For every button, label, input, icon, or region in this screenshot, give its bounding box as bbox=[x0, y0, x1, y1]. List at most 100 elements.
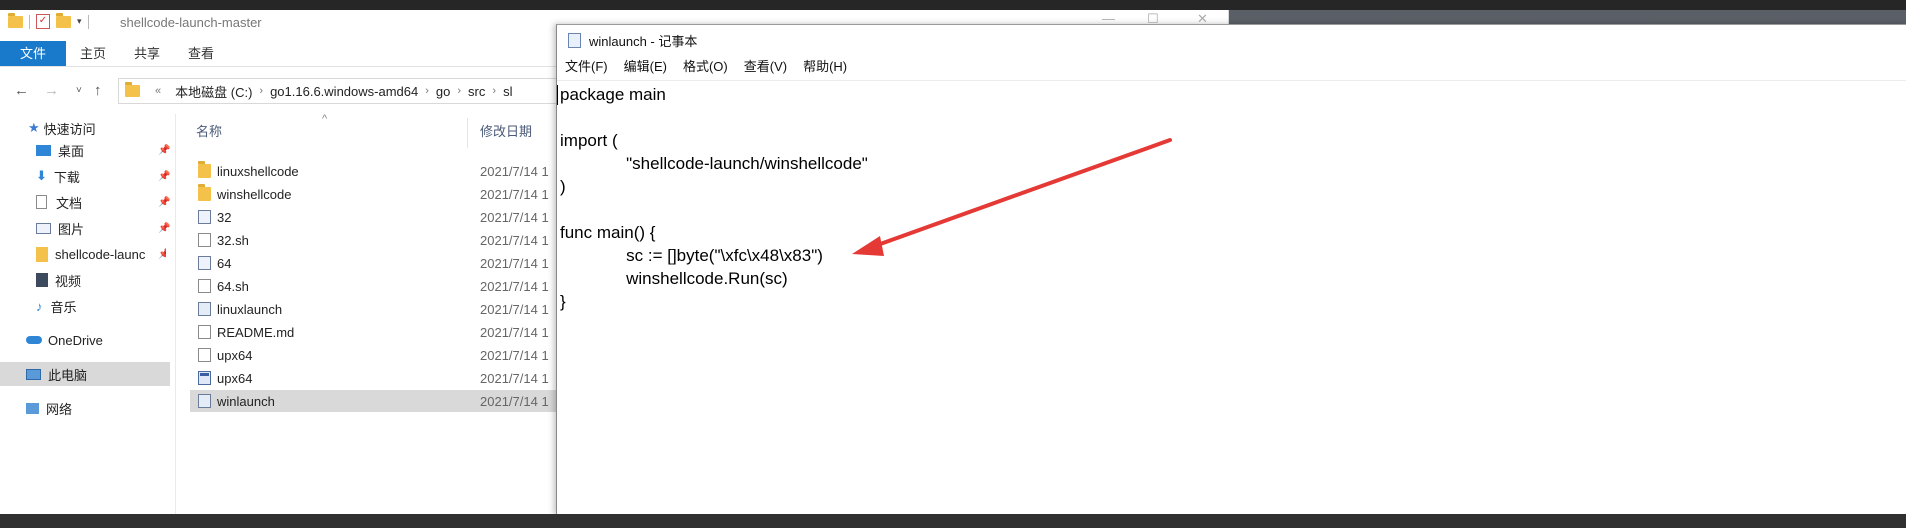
chevron-right-icon[interactable]: › bbox=[457, 85, 461, 97]
code-line: func main() { bbox=[560, 223, 656, 242]
minimize-icon[interactable]: — bbox=[1102, 11, 1115, 26]
music-note-icon: ♪ bbox=[36, 298, 43, 314]
file-icon bbox=[198, 302, 211, 316]
text-caret bbox=[557, 85, 558, 105]
file-row[interactable]: upx64 2021/7/14 1 bbox=[190, 344, 570, 366]
file-row[interactable]: linuxshellcode 2021/7/14 1 bbox=[190, 160, 570, 182]
divider bbox=[87, 14, 89, 29]
file-date: 2021/7/14 1 bbox=[480, 232, 549, 248]
nav-network[interactable]: 网络 bbox=[26, 396, 72, 420]
menu-format[interactable]: 格式(O) bbox=[675, 57, 736, 77]
tab-share[interactable]: 共享 bbox=[120, 41, 174, 66]
chevron-right-icon[interactable]: › bbox=[259, 85, 263, 97]
code-line: "shellcode-launch/winshellcode" bbox=[560, 154, 868, 173]
tab-view[interactable]: 查看 bbox=[174, 41, 228, 66]
nav-item-music[interactable]: ♪ 音乐 bbox=[36, 294, 77, 318]
tab-home[interactable]: 主页 bbox=[66, 41, 120, 66]
nav-label: 此电脑 bbox=[48, 367, 88, 383]
customize-toolbar-icon[interactable]: ▾ bbox=[77, 16, 82, 27]
code-line: sc := []byte("\xfc\x48\x83") bbox=[560, 246, 823, 265]
column-header-date[interactable]: 修改日期 bbox=[480, 121, 532, 140]
pin-icon[interactable]: 📌 bbox=[158, 197, 170, 208]
breadcrumb-overflow[interactable]: « bbox=[155, 85, 161, 97]
notepad-title-bar: winlaunch - 记事本 bbox=[557, 25, 1906, 55]
nav-quick-access[interactable]: ★ 快速访问 bbox=[28, 116, 96, 140]
chevron-right-icon[interactable]: › bbox=[492, 85, 496, 97]
menu-help[interactable]: 帮助(H) bbox=[795, 57, 855, 77]
download-arrow-icon: ⬇ bbox=[36, 168, 47, 183]
nav-item-desktop[interactable]: 桌面 📌 bbox=[36, 138, 170, 162]
file-row[interactable]: 32 2021/7/14 1 bbox=[190, 206, 570, 228]
nav-label: 下载 bbox=[53, 169, 80, 185]
file-name: upx64 bbox=[217, 347, 253, 363]
breadcrumb-item[interactable]: 本地磁盘 (C:) bbox=[175, 82, 252, 101]
file-row[interactable]: upx64 2021/7/14 1 bbox=[190, 367, 570, 389]
file-row[interactable]: linuxlaunch 2021/7/14 1 bbox=[190, 298, 570, 320]
sort-ascending-icon: ^ bbox=[322, 113, 328, 125]
nav-label: OneDrive bbox=[48, 332, 103, 348]
nav-item-downloads[interactable]: ⬇ 下载 📌 bbox=[36, 164, 170, 188]
properties-icon[interactable]: ✓ bbox=[36, 14, 50, 29]
code-line: ) bbox=[560, 177, 566, 196]
file-row[interactable]: 64 2021/7/14 1 bbox=[190, 252, 570, 274]
star-icon: ★ bbox=[28, 120, 40, 135]
notepad-menu-bar: 文件(F) 编辑(E) 格式(O) 查看(V) 帮助(H) bbox=[557, 57, 1906, 77]
image-file-icon bbox=[198, 256, 211, 270]
file-row[interactable]: 32.sh 2021/7/14 1 bbox=[190, 229, 570, 251]
pin-icon[interactable]: 📌 bbox=[158, 171, 170, 182]
file-name: winshellcode bbox=[217, 186, 292, 202]
nav-label: shellcode-launc bbox=[55, 246, 146, 262]
pin-icon[interactable]: 📌 bbox=[158, 223, 170, 234]
recent-locations-chevron-icon[interactable]: ˅ bbox=[76, 85, 82, 96]
menu-file[interactable]: 文件(F) bbox=[557, 57, 616, 77]
pin-icon[interactable]: 📌 bbox=[158, 145, 170, 156]
file-date: 2021/7/14 1 bbox=[480, 324, 549, 340]
tab-file[interactable]: 文件 bbox=[0, 41, 67, 66]
file-row[interactable]: winshellcode 2021/7/14 1 bbox=[190, 183, 570, 205]
file-row[interactable]: 64.sh 2021/7/14 1 bbox=[190, 275, 570, 297]
notepad-text-area[interactable]: package main import ( "shellcode-launch/… bbox=[557, 80, 1906, 516]
nav-item-pictures[interactable]: 图片 📌 bbox=[36, 216, 170, 240]
file-row[interactable]: README.md 2021/7/14 1 bbox=[190, 321, 570, 343]
column-divider[interactable] bbox=[467, 118, 468, 148]
nav-onedrive[interactable]: OneDrive bbox=[26, 328, 103, 352]
pane-divider[interactable] bbox=[175, 114, 176, 524]
network-icon bbox=[26, 402, 39, 414]
back-arrow-icon[interactable]: ← bbox=[14, 82, 29, 99]
file-date: 2021/7/14 1 bbox=[480, 255, 549, 271]
chevron-right-icon[interactable]: › bbox=[425, 85, 429, 97]
nav-item-shellcode-folder[interactable]: shellcode-launc 📌 bbox=[36, 242, 166, 266]
breadcrumb-item[interactable]: sl bbox=[503, 84, 512, 99]
nav-item-documents[interactable]: 文档 📌 bbox=[36, 190, 170, 214]
nav-this-pc[interactable]: 此电脑 bbox=[0, 362, 170, 386]
new-folder-icon[interactable] bbox=[56, 12, 71, 28]
document-icon bbox=[198, 348, 211, 362]
breadcrumb-item[interactable]: go bbox=[436, 84, 450, 99]
file-name: winlaunch bbox=[217, 393, 275, 409]
nav-item-videos[interactable]: 视频 bbox=[36, 268, 81, 292]
file-date: 2021/7/14 1 bbox=[480, 186, 549, 202]
forward-arrow-icon[interactable]: → bbox=[44, 82, 59, 99]
explorer-window-title: shellcode-launch-master bbox=[120, 15, 262, 30]
document-icon bbox=[198, 233, 211, 247]
menu-edit[interactable]: 编辑(E) bbox=[616, 57, 675, 77]
file-name: README.md bbox=[217, 324, 295, 340]
nav-label: 网络 bbox=[46, 401, 73, 417]
breadcrumb-item[interactable]: src bbox=[468, 84, 485, 99]
file-date: 2021/7/14 1 bbox=[480, 301, 549, 317]
nav-label: 音乐 bbox=[50, 299, 77, 315]
file-row-selected[interactable]: winlaunch 2021/7/14 1 bbox=[190, 390, 570, 412]
breadcrumb-item[interactable]: go1.16.6.windows-amd64 bbox=[270, 84, 418, 99]
file-name: upx64 bbox=[217, 370, 253, 386]
divider bbox=[29, 14, 30, 29]
nav-label: 快速访问 bbox=[43, 121, 96, 137]
pin-icon[interactable]: 📌 bbox=[158, 248, 166, 260]
folder-icon bbox=[198, 184, 211, 201]
up-arrow-icon[interactable]: ↑ bbox=[94, 82, 102, 99]
column-header-name[interactable]: 名称 bbox=[196, 121, 222, 140]
folder-icon bbox=[125, 82, 140, 97]
nav-label: 文档 bbox=[56, 195, 83, 211]
notepad-icon bbox=[568, 32, 581, 48]
notepad-window: — ☐ ✕ winlaunch - 记事本 文件(F) 编辑(E) 格式(O) … bbox=[556, 11, 1906, 516]
menu-view[interactable]: 查看(V) bbox=[736, 57, 795, 77]
